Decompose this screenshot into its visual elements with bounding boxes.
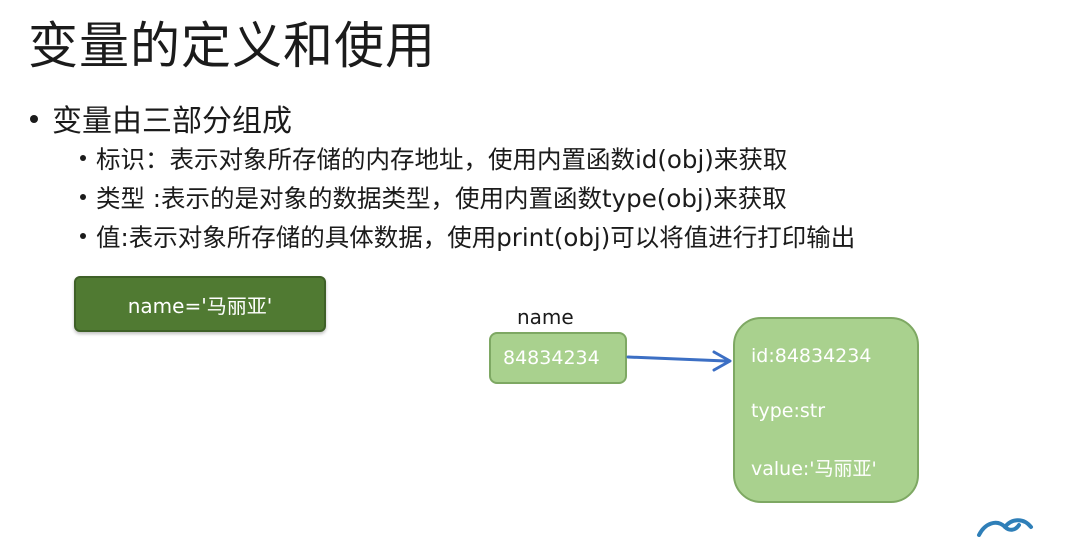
sub-bullet-text: 值:表示对象所存储的具体数据，使用print(obj)可以将值进行打印输出 xyxy=(96,223,856,252)
bullet-dot-icon xyxy=(80,155,86,161)
variable-name-label: name xyxy=(517,305,574,329)
address-text: 84834234 xyxy=(503,347,600,369)
sub-bullet-type: 类型 :表示的是对象的数据类型，使用内置函数type(obj)来获取 xyxy=(80,180,787,215)
bullet-dot-icon xyxy=(80,194,86,200)
object-type: type:str xyxy=(751,400,826,422)
sub-bullet-value: 值:表示对象所存储的具体数据，使用print(obj)可以将值进行打印输出 xyxy=(80,219,855,254)
address-box: 84834234 xyxy=(489,332,627,384)
wave-logo-icon xyxy=(977,518,1033,537)
slide: 变量的定义和使用 变量由三部分组成 标识：表示对象所存储的内存地址，使用内置函数… xyxy=(0,0,1069,537)
page-title: 变量的定义和使用 xyxy=(28,17,436,75)
sub-bullet-text: 类型 :表示的是对象的数据类型，使用内置函数type(obj)来获取 xyxy=(96,184,787,213)
bullet-dot-icon xyxy=(30,114,38,123)
sub-bullet-text: 标识：表示对象所存储的内存地址，使用内置函数id(obj)来获取 xyxy=(96,145,788,174)
main-bullet-text: 变量由三部分组成 xyxy=(52,104,292,139)
assignment-text: name='马丽亚' xyxy=(127,293,273,318)
object-id: id:84834234 xyxy=(751,345,872,367)
sub-bullet-identity: 标识：表示对象所存储的内存地址，使用内置函数id(obj)来获取 xyxy=(80,141,787,176)
assignment-box: name='马丽亚' xyxy=(74,276,326,332)
object-value: value:'马丽亚' xyxy=(751,458,877,480)
object-box: id:84834234 type:str value:'马丽亚' xyxy=(733,317,919,503)
bullet-dot-icon xyxy=(80,233,86,239)
reference-arrow-icon xyxy=(626,350,732,372)
main-bullet: 变量由三部分组成 xyxy=(30,96,292,140)
